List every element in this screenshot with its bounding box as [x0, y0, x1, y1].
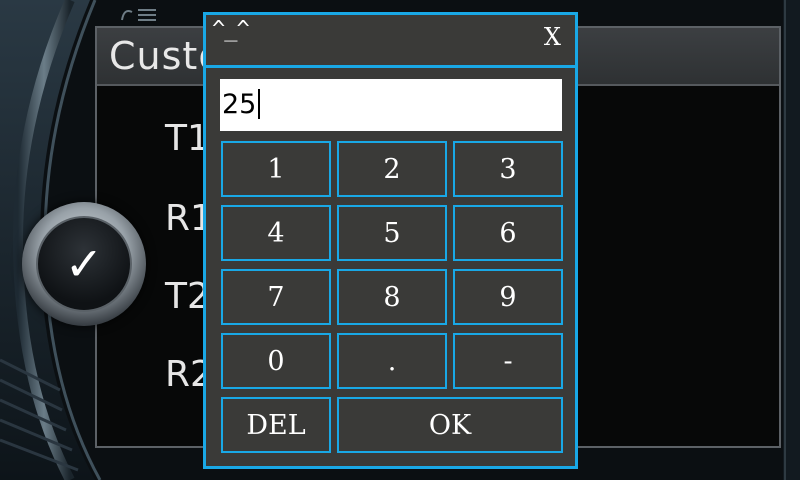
confirm-button[interactable]: ✓	[22, 202, 146, 326]
key-minus[interactable]: -	[453, 333, 563, 389]
key-4[interactable]: 4	[221, 205, 331, 261]
menu-list-icon	[121, 9, 156, 21]
key-6[interactable]: 6	[453, 205, 563, 261]
ok-button[interactable]: OK	[337, 397, 563, 453]
checkmark-icon: ✓	[64, 237, 104, 291]
delete-button[interactable]: DEL	[221, 397, 331, 453]
key-7[interactable]: 7	[221, 269, 331, 325]
key-1[interactable]: 1	[221, 141, 331, 197]
key-3[interactable]: 3	[453, 141, 563, 197]
close-button[interactable]: X	[544, 23, 561, 51]
text-caret	[258, 88, 261, 119]
confirm-button-face: ✓	[36, 216, 132, 312]
key-2[interactable]: 2	[337, 141, 447, 197]
numeric-keypad-dialog: ^_^ X 25 1 2 3 4 5 6 7 8 9 0 . - DEL OK	[203, 12, 578, 469]
key-9[interactable]: 9	[453, 269, 563, 325]
key-0[interactable]: 0	[221, 333, 331, 389]
key-5[interactable]: 5	[337, 205, 447, 261]
key-decimal-point[interactable]: .	[337, 333, 447, 389]
dialog-header: ^_^ X	[206, 15, 575, 68]
dialog-emote: ^_^	[212, 17, 250, 42]
number-input-field[interactable]: 25	[220, 79, 562, 131]
number-input-value: 25	[222, 89, 257, 120]
key-8[interactable]: 8	[337, 269, 447, 325]
